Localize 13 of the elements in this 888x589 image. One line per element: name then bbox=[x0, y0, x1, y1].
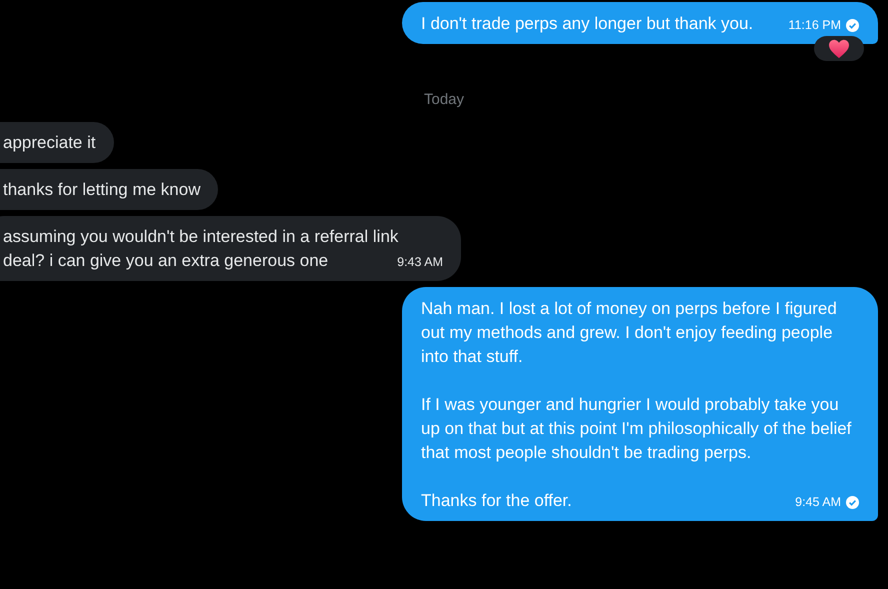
message-text: appreciate it bbox=[3, 133, 96, 152]
message-text: If I was younger and hungrier I would probably take you up on that but at this point I'm philosophically of the belief that most people shouldn't be trading perps. bbox=[421, 395, 852, 462]
message-time: 9:45 AM bbox=[795, 494, 841, 511]
message-time: 9:43 AM bbox=[397, 254, 443, 271]
date-divider: Today bbox=[424, 91, 464, 108]
message-text: thanks for letting me know bbox=[3, 180, 200, 199]
message-time: 11:16 PM bbox=[788, 17, 841, 34]
message-text: Thanks for the offer. bbox=[421, 491, 572, 510]
heart-icon bbox=[828, 38, 850, 58]
message-text: I don't trade perps any longer but thank you. bbox=[421, 14, 754, 33]
reaction-pill[interactable] bbox=[814, 36, 864, 61]
message-text: assuming you wouldn't be interested in a referral link deal? i can give you an extra generous one bbox=[3, 227, 398, 270]
message-text: Nah man. I lost a lot of money on perps before I figured out my methods and grew. I don't enjoy feeding people into that stuff. bbox=[421, 299, 837, 366]
